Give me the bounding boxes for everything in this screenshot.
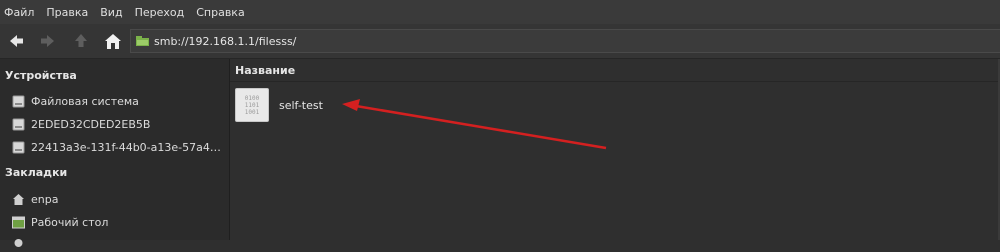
file-item-self-test[interactable]: 0100 1101 1001 self-test: [235, 86, 355, 124]
drive-icon: [12, 141, 25, 154]
folder-icon: [136, 36, 149, 46]
sidebar-item-filesystem[interactable]: Файловая система: [12, 92, 227, 110]
sidebar-header-bookmarks: Закладки: [5, 166, 68, 179]
menu-edit[interactable]: Правка: [40, 6, 94, 19]
up-button[interactable]: [72, 32, 90, 50]
sidebar-item-volume-1[interactable]: 2EDED32CDED2EB5B: [12, 115, 227, 133]
forward-button[interactable]: [38, 32, 56, 50]
up-arrow-icon: [75, 34, 87, 47]
home-icon: [105, 33, 121, 49]
drive-icon: [12, 95, 25, 108]
menu-help[interactable]: Справка: [190, 6, 250, 19]
file-view: Название 0100 1101 1001 self-test: [230, 59, 1000, 240]
home-button[interactable]: [104, 32, 122, 50]
sidebar-item-volume-2[interactable]: 22413a3e-131f-44b0-a13e-57a4a9566...: [12, 138, 227, 156]
back-arrow-icon: [10, 35, 23, 47]
sidebar-item-desktop[interactable]: Рабочий стол: [12, 213, 227, 231]
binary-file-icon: 0100 1101 1001: [235, 88, 269, 122]
sidebar-item-partial[interactable]: [12, 233, 227, 251]
menu-view[interactable]: Вид: [94, 6, 128, 19]
location-path: smb://192.168.1.1/filesss/: [154, 34, 297, 48]
column-header-name[interactable]: Название: [230, 59, 1000, 82]
sidebar-item-home[interactable]: enpa: [12, 190, 227, 208]
location-bar[interactable]: smb://192.168.1.1/filesss/: [130, 29, 1000, 53]
menu-go[interactable]: Переход: [129, 6, 191, 19]
forward-arrow-icon: [41, 35, 54, 47]
sidebar-header-devices: Устройства: [5, 69, 77, 82]
back-button[interactable]: [8, 32, 26, 50]
sidebar: Устройства Файловая система 2EDED32CDED2…: [0, 59, 230, 247]
menubar: Файл Правка Вид Переход Справка: [0, 0, 1000, 24]
menu-file[interactable]: Файл: [0, 6, 40, 19]
drive-icon: [12, 118, 25, 131]
file-name: self-test: [279, 98, 323, 112]
home-icon: [12, 193, 25, 206]
desktop-icon: [12, 216, 25, 229]
partial-item-icon: [12, 236, 25, 249]
